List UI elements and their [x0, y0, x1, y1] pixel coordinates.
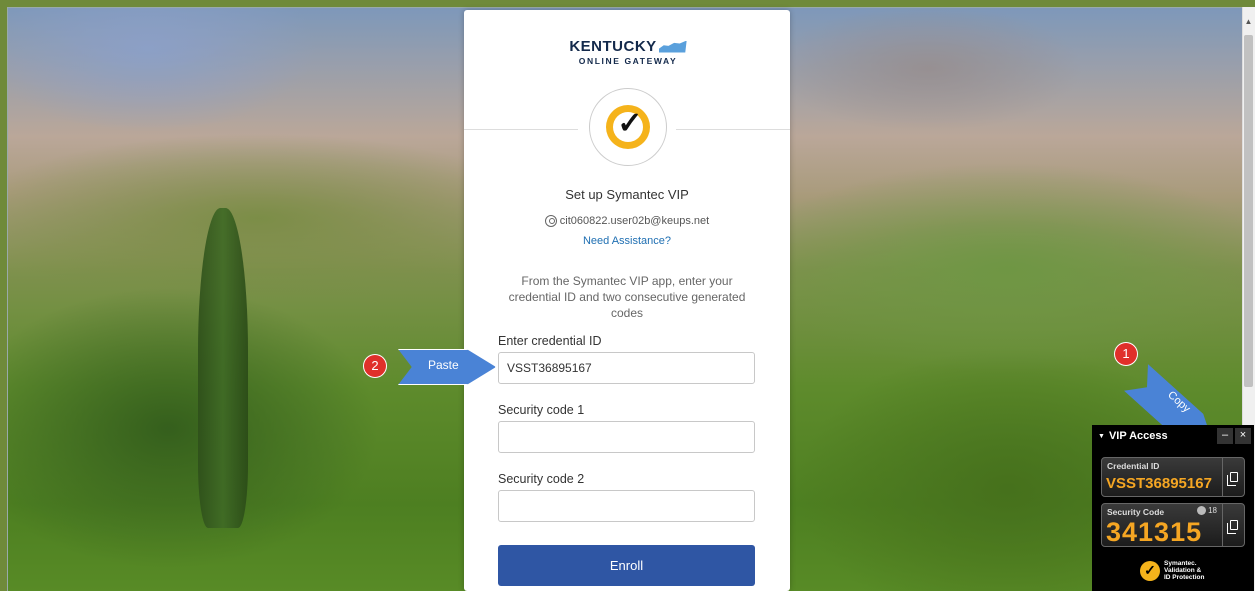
paste-label: Paste — [428, 358, 459, 372]
user-icon — [544, 215, 557, 227]
timer-icon — [1197, 506, 1207, 515]
credential-id-panel: Credential ID VSST36895167 — [1101, 457, 1245, 497]
background-tree — [198, 208, 248, 528]
security-code-1-input[interactable] — [498, 421, 755, 453]
divider-left — [464, 129, 578, 130]
security-code-panel: Security Code 18 341315 — [1101, 503, 1245, 547]
kentucky-online-gateway-logo: KENTUCKY ONLINE GATEWAY — [568, 38, 688, 66]
vip-security-code-value: 341315 — [1106, 517, 1203, 547]
enroll-button[interactable]: Enroll — [498, 545, 755, 586]
copy-icon — [1226, 520, 1238, 534]
copy-security-code-button[interactable] — [1222, 504, 1244, 546]
vip-title: VIP Access — [1108, 430, 1168, 442]
copy-icon — [1226, 472, 1238, 486]
symantec-brand: ✓ Symantec. Validation & ID Protection — [1140, 560, 1204, 581]
symantec-check-icon: ✓ — [1140, 560, 1160, 581]
vip-security-label: Security Code — [1107, 507, 1165, 517]
security-code-1-label: Security code 1 — [498, 403, 585, 417]
collapse-triangle-icon[interactable]: ▼ — [1098, 433, 1105, 440]
logo-sub-text: ONLINE GATEWAY — [578, 56, 678, 66]
copy-credential-button[interactable] — [1222, 458, 1244, 496]
credential-id-label: Enter credential ID — [498, 334, 602, 348]
security-code-2-input[interactable] — [498, 490, 755, 522]
user-email: cit060822.user02b@keups.net — [559, 215, 710, 227]
credential-id-input[interactable]: VSST36895167 — [498, 352, 755, 384]
vip-credential-value: VSST36895167 — [1106, 475, 1212, 492]
scrollbar-thumb[interactable] — [1244, 35, 1253, 387]
vip-close-button[interactable]: × — [1235, 428, 1251, 444]
vip-minimize-button[interactable]: – — [1217, 428, 1233, 444]
step-2-badge: 2 — [364, 355, 386, 377]
timer-seconds: 18 — [1208, 506, 1217, 515]
brand-line-3: ID Protection — [1164, 574, 1205, 581]
instructions-text: From the Symantec VIP app, enter your cr… — [508, 274, 746, 320]
logo-main-text: KENTUCKY — [569, 38, 657, 55]
scroll-up-icon[interactable]: ▲ — [1244, 17, 1253, 27]
checkmark-icon: ✓ — [617, 107, 643, 140]
security-code-2-label: Security code 2 — [498, 472, 585, 486]
brand-line-2: Validation & — [1164, 567, 1202, 574]
code-timer: 18 — [1197, 506, 1217, 515]
divider-right — [676, 129, 790, 130]
kentucky-state-icon — [658, 40, 687, 53]
step-1-badge: 1 — [1115, 343, 1137, 365]
login-card: KENTUCKY ONLINE GATEWAY ✓ Set up Symante… — [464, 10, 790, 591]
user-identity: cit060822.user02b@keups.net — [464, 215, 790, 227]
vip-access-window: ▼ VIP Access – × Credential ID VSST36895… — [1092, 425, 1254, 591]
vip-credential-label: Credential ID — [1107, 461, 1160, 471]
need-assistance-link[interactable]: Need Assistance? — [464, 235, 790, 247]
symantec-factor-icon: ✓ — [589, 88, 667, 166]
brand-line-1: Symantec. — [1164, 560, 1197, 567]
page-title: Set up Symantec VIP — [565, 187, 689, 202]
